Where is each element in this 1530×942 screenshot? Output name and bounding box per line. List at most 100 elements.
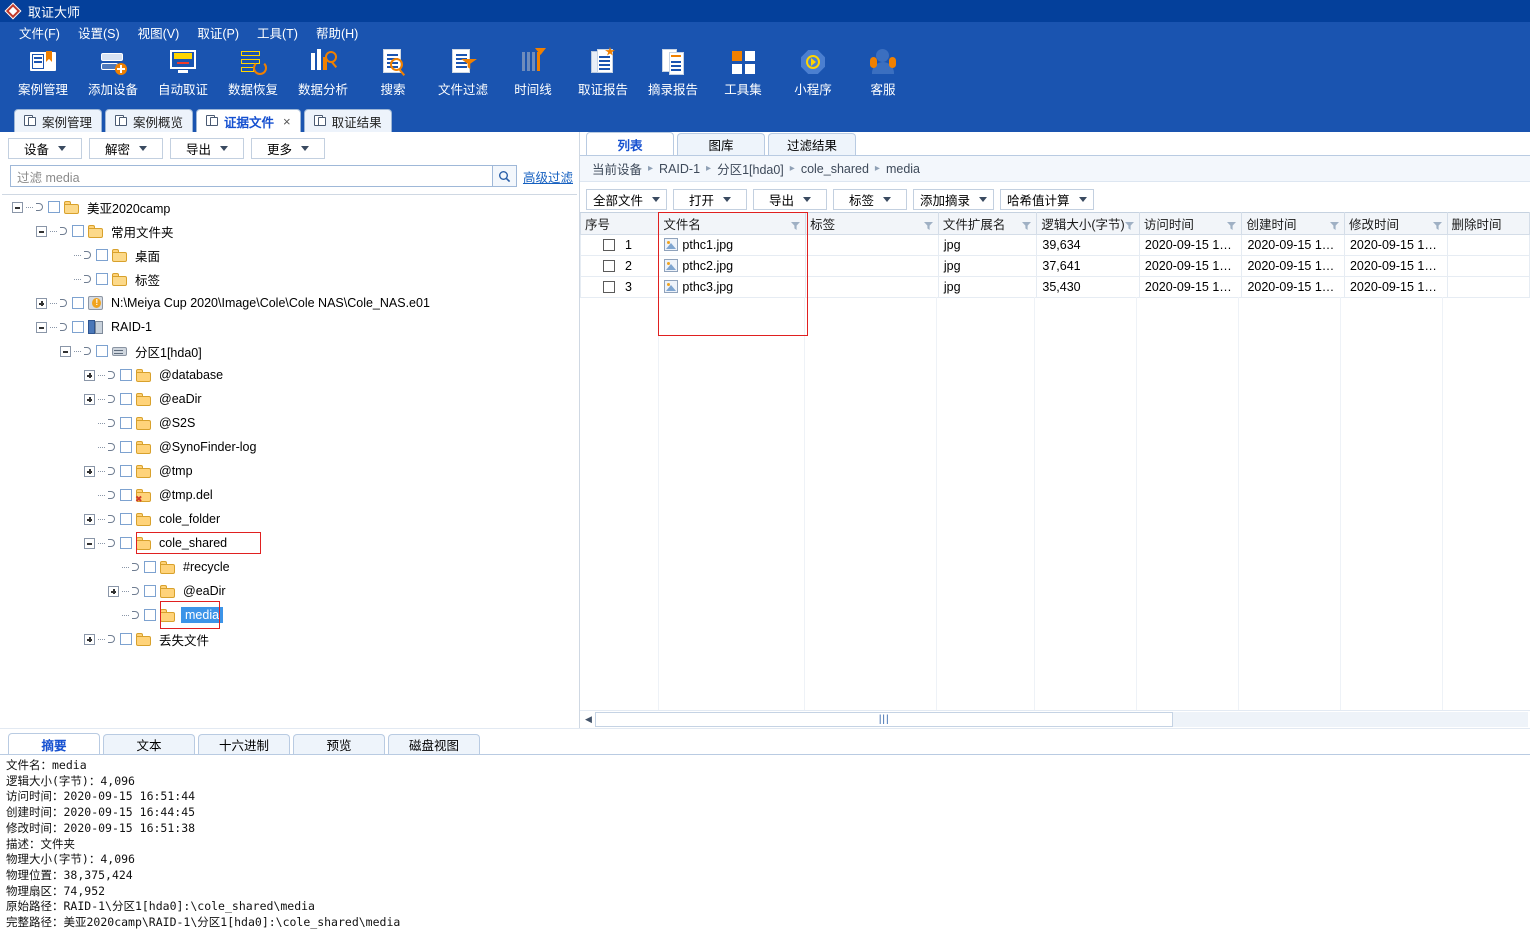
main-tab-2[interactable]: 证据文件 × [196, 109, 301, 132]
left-dropdown-3[interactable]: 更多 [251, 137, 325, 159]
file-name-cell[interactable]: pthc1.jpg [658, 234, 807, 256]
tree-node-11[interactable]: @tmp [2, 459, 577, 483]
file-dropdown-3[interactable]: 标签 [833, 188, 908, 210]
row-checkbox[interactable] [603, 239, 615, 251]
file-view-tab-1[interactable]: 图库 [677, 133, 765, 155]
file-dropdown-2[interactable]: 导出 [753, 188, 828, 210]
tree-node-13[interactable]: cole_folder [2, 507, 577, 531]
tree-node-checkbox[interactable] [120, 489, 132, 501]
main-tab-3[interactable]: 取证结果 [303, 109, 392, 132]
tree-node-6[interactable]: 分区1[hda0] [2, 339, 577, 363]
tree-node-checkbox[interactable] [96, 345, 108, 357]
tree-expander-icon[interactable] [36, 297, 47, 309]
tree-node-checkbox[interactable] [120, 417, 132, 429]
toolbar-button-11[interactable]: 小程序 [778, 43, 848, 98]
filter-funnel-icon[interactable] [1227, 219, 1237, 230]
tab-close-icon[interactable]: × [283, 114, 291, 129]
file-dropdown-5[interactable]: 哈希值计算 [1000, 188, 1094, 210]
tree-node-checkbox[interactable] [120, 513, 132, 525]
tree-node-checkbox[interactable] [120, 393, 132, 405]
file-dropdown-1[interactable]: 打开 [673, 188, 748, 210]
menu-item-5[interactable]: 帮助(H) [307, 22, 367, 43]
toolbar-button-12[interactable]: 客服 [848, 43, 918, 98]
column-header-4[interactable]: 逻辑大小(字节) [1036, 212, 1140, 235]
main-tab-1[interactable]: 案例概览 [105, 109, 194, 132]
row-checkbox-cell[interactable]: 3 [580, 276, 660, 298]
scroll-left-arrow[interactable]: ◀ [582, 712, 595, 727]
toolbar-button-4[interactable]: 数据分析 [288, 43, 358, 98]
tree-node-14[interactable]: cole_shared [2, 531, 577, 555]
tree-expander-icon[interactable] [84, 369, 95, 381]
tree-node-7[interactable]: @database [2, 363, 577, 387]
tree-node-checkbox[interactable] [120, 537, 132, 549]
tree-node-checkbox[interactable] [144, 609, 156, 621]
filter-funnel-icon[interactable] [1329, 219, 1339, 230]
details-tab-0[interactable]: 摘要 [8, 733, 100, 754]
tree-node-checkbox[interactable] [120, 369, 132, 381]
toolbar-button-2[interactable]: 自动取证 [148, 43, 218, 98]
tree-node-9[interactable]: @S2S [2, 411, 577, 435]
left-dropdown-2[interactable]: 导出 [170, 137, 244, 159]
left-dropdown-1[interactable]: 解密 [89, 137, 163, 159]
toolbar-button-10[interactable]: 工具集 [708, 43, 778, 98]
column-header-0[interactable]: 序号 [580, 212, 660, 235]
file-list-horizontal-scrollbar[interactable]: ◀ ||| [580, 710, 1530, 728]
tree-node-10[interactable]: @SynoFinder-log [2, 435, 577, 459]
tree-expander-icon[interactable] [36, 225, 47, 237]
tree-node-15[interactable]: #recycle [2, 555, 577, 579]
file-view-tab-0[interactable]: 列表 [586, 132, 674, 155]
tree-node-checkbox[interactable] [144, 585, 156, 597]
row-checkbox-cell[interactable]: 1 [580, 234, 660, 256]
scrollbar-thumb[interactable]: ||| [595, 712, 1174, 727]
filter-input[interactable]: 过滤 media [10, 165, 493, 187]
left-dropdown-0[interactable]: 设备 [8, 137, 82, 159]
tree-expander-icon[interactable] [84, 513, 95, 525]
details-tab-2[interactable]: 十六进制 [198, 734, 290, 754]
menu-item-0[interactable]: 文件(F) [10, 22, 69, 43]
tree-node-16[interactable]: @eaDir [2, 579, 577, 603]
tree-expander-icon[interactable] [84, 537, 95, 549]
column-header-1[interactable]: 文件名 [658, 212, 807, 235]
scrollbar-track[interactable]: ||| [595, 712, 1528, 727]
toolbar-button-6[interactable]: 文件过滤 [428, 43, 498, 98]
tree-node-checkbox[interactable] [120, 465, 132, 477]
toolbar-button-7[interactable]: 时间线 [498, 43, 568, 98]
tree-node-checkbox[interactable] [96, 273, 108, 285]
tree-node-checkbox[interactable] [120, 633, 132, 645]
menu-item-4[interactable]: 工具(T) [248, 22, 307, 43]
tree-node-checkbox[interactable] [144, 561, 156, 573]
tree-node-5[interactable]: RAID-1 [2, 315, 577, 339]
tree-node-checkbox[interactable] [120, 441, 132, 453]
details-tab-1[interactable]: 文本 [103, 734, 195, 754]
row-checkbox[interactable] [603, 260, 615, 272]
file-view-tab-2[interactable]: 过滤结果 [768, 133, 856, 155]
tree-node-3[interactable]: 标签 [2, 267, 577, 291]
filter-funnel-icon[interactable] [1432, 219, 1442, 230]
column-header-2[interactable]: 标签 [805, 212, 939, 235]
tree-node-checkbox[interactable] [72, 297, 84, 309]
menu-item-2[interactable]: 视图(V) [129, 22, 189, 43]
tree-node-0[interactable]: 美亚2020camp [2, 195, 577, 219]
tree-node-checkbox[interactable] [72, 321, 84, 333]
tree-expander-icon[interactable] [36, 321, 47, 333]
tree-node-1[interactable]: 常用文件夹 [2, 219, 577, 243]
table-row[interactable]: 1 pthc1.jpg jpg 39,634 2020-09-15 1… 2020-09-… [580, 234, 1530, 256]
tree-expander-icon[interactable] [60, 345, 71, 357]
details-tab-4[interactable]: 磁盘视图 [388, 734, 480, 754]
column-header-7[interactable]: 修改时间 [1343, 212, 1448, 235]
column-header-8[interactable]: 删除时间 [1446, 212, 1530, 235]
breadcrumb-item-1[interactable]: RAID-1 [659, 162, 700, 176]
toolbar-button-3[interactable]: 数据恢复 [218, 43, 288, 98]
tree-node-2[interactable]: 桌面 [2, 243, 577, 267]
column-header-5[interactable]: 访问时间 [1138, 212, 1243, 235]
table-row[interactable]: 3 pthc3.jpg jpg 35,430 2020-09-15 1… 2020-09-… [580, 276, 1530, 298]
tree-node-checkbox[interactable] [72, 225, 84, 237]
breadcrumb-item-2[interactable]: 分区1[hda0] [717, 159, 784, 178]
tree-expander-icon[interactable] [84, 465, 95, 477]
filter-funnel-icon[interactable] [923, 219, 933, 230]
tree-node-4[interactable]: ! N:\Meiya Cup 2020\Image\Cole\Cole NAS\C… [2, 291, 577, 315]
tree-expander-icon[interactable] [12, 201, 23, 213]
tree-node-checkbox[interactable] [96, 249, 108, 261]
filter-funnel-icon[interactable] [1124, 219, 1134, 230]
file-name-cell[interactable]: pthc3.jpg [658, 276, 807, 298]
